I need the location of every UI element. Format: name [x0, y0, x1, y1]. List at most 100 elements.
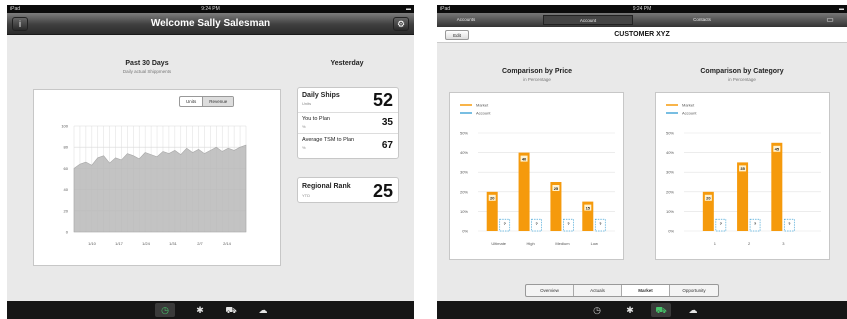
status-bar: iPad 9:24 PM ▬	[7, 5, 414, 13]
y-tick-label: 40%	[666, 150, 674, 155]
tab-account[interactable]: Account	[543, 15, 633, 25]
tab-accounts[interactable]: Accounts	[441, 15, 491, 25]
status-bar: iPad 9:24 PM ▬	[437, 5, 847, 13]
divider	[298, 133, 398, 134]
y-tick-label: 30%	[666, 170, 674, 175]
x-tick-label: Low	[591, 241, 598, 246]
ship-icon[interactable]: ⛟	[651, 303, 671, 317]
y-tick-label: 0%	[668, 229, 674, 234]
legend-market-label: Market	[682, 103, 695, 108]
divider	[298, 112, 398, 113]
shipments-area-chart: 0 20 40 60 80 100 1/10 1/17 1/24 1/31 2/7 2/14	[61, 124, 247, 246]
legend-market-label: Market	[476, 103, 489, 108]
plan-unit: %	[302, 124, 306, 129]
y-tick-label: 100	[61, 124, 68, 129]
gear-icon[interactable]: ⚙	[393, 17, 409, 31]
yesterday-title: Yesterday	[330, 60, 364, 67]
x-tick-label: 2/7	[197, 241, 203, 246]
x-tick-label: 2	[748, 241, 751, 246]
daily-ships-label: Daily Ships	[302, 92, 340, 99]
tsm-unit: %	[302, 145, 306, 150]
market-segment[interactable]: Market	[622, 285, 670, 296]
gauge-icon[interactable]: ◷	[587, 303, 607, 317]
plan-value: 35	[381, 117, 393, 128]
y-tick-label: 50%	[666, 131, 674, 136]
y-tick-label: 20%	[460, 189, 468, 194]
battery-icon: ▬	[406, 6, 411, 12]
y-tick-label: 40%	[460, 150, 468, 155]
yesterday-kpi-card: Daily Ships Units 52 You to Plan % 35 Av…	[297, 87, 399, 159]
y-tick-label: 0%	[462, 229, 468, 234]
cloud-icon[interactable]: ☁	[683, 303, 703, 317]
category-chart-panel: Market Account 0% 10% 20% 30% 40% 50% 20? 1 35? 2 45…	[655, 92, 830, 260]
market-bar-label: 20	[490, 196, 495, 201]
tsm-label: Average TSM to Plan	[302, 137, 355, 143]
plan-label: You to Plan	[302, 116, 330, 122]
cloud-icon[interactable]: ☁	[253, 303, 273, 317]
dashboard-screen: iPad 9:24 PM ▬ i Welcome Sally Salesman …	[7, 5, 414, 319]
x-tick-label: 1	[714, 241, 717, 246]
price-chart-panel: Market Account 0% 10% 20% 30% 40% 50% 20? Ultimat…	[449, 92, 624, 260]
y-tick-label: 30%	[460, 170, 468, 175]
market-bar	[737, 162, 749, 231]
x-tick-label: 1/31	[169, 241, 178, 246]
x-tick-label: 2/14	[223, 241, 232, 246]
gauge-icon[interactable]: ◷	[155, 303, 175, 317]
market-bar-label: 20	[706, 196, 711, 201]
page-title: Welcome Sally Salesman	[150, 18, 271, 29]
price-chart-title: Comparison by Price	[501, 68, 573, 75]
ship-icon[interactable]: ⛟	[221, 303, 241, 317]
nav-bar: i Welcome Sally Salesman ⚙	[7, 13, 414, 35]
market-bar-label: 15	[586, 205, 591, 210]
actuals-segment[interactable]: Actuals	[574, 285, 622, 296]
x-tick-label: 1/17	[115, 241, 124, 246]
shipments-area-series	[73, 144, 247, 233]
y-tick-label: 80	[64, 145, 69, 150]
x-tick-label: 1/10	[88, 241, 97, 246]
regional-rank-unit: YTD	[302, 193, 310, 198]
x-tick-label: High	[526, 241, 534, 246]
market-bar-label: 45	[775, 147, 780, 152]
market-bar-label: 25	[554, 186, 559, 191]
market-bar	[518, 152, 530, 231]
screen-icon[interactable]: ▭	[821, 15, 839, 25]
account-view-toggle: Overview Actuals Market Opportunity	[525, 284, 719, 297]
regional-rank-label: Regional Rank	[302, 183, 351, 190]
daily-ships-unit: Units	[302, 101, 312, 106]
clock-label: 9:24 PM	[201, 6, 220, 12]
customer-name: CUSTOMER XYZ	[614, 31, 670, 38]
market-bar-label: 35	[740, 166, 745, 171]
account-screen: iPad 9:24 PM ▬ Accounts Account Contacts…	[437, 5, 847, 319]
daily-ships-value: 52	[372, 90, 393, 110]
category-chart-title: Comparison by Category	[700, 68, 784, 75]
account-header: Edit CUSTOMER XYZ	[437, 27, 847, 43]
y-tick-label: 10%	[460, 209, 468, 214]
y-tick-label: 10%	[666, 209, 674, 214]
x-tick-label: 1/24	[142, 241, 151, 246]
puzzle-icon[interactable]: ✱	[620, 303, 640, 317]
market-bar	[771, 142, 783, 231]
x-tick-label: 3	[782, 241, 785, 246]
tab-contacts[interactable]: Contacts	[647, 15, 757, 25]
opportunity-segment[interactable]: Opportunity	[670, 285, 718, 296]
clock-label: 9:24 PM	[632, 6, 652, 12]
overview-segment[interactable]: Overview	[526, 285, 574, 296]
top-tab-bar: Accounts Account Contacts ▭	[437, 13, 847, 27]
regional-rank-card: Regional Rank YTD 25	[297, 177, 399, 203]
tab-bar: ◷ ✱ ⛟ ☁	[437, 301, 847, 319]
battery-icon: ▬	[839, 6, 844, 12]
y-tick-label: 20%	[666, 189, 674, 194]
shipments-chart-panel: Units Revenue 0 20 40 60 80 100 1/10 1/17 1/24 1/…	[33, 89, 281, 266]
tab-bar: ◷ ✱ ⛟ ☁	[7, 301, 414, 319]
y-tick-label: 60	[64, 166, 69, 171]
chart-subtitle: Daily actual Shippments	[122, 69, 172, 74]
market-bar-label: 40	[522, 156, 527, 161]
price-bar-chart: MarketAccount0%10%20%30%40%50%20?Ultimat…	[460, 103, 615, 246]
y-tick-label: 0	[66, 230, 69, 235]
x-tick-label: Ultimate	[491, 241, 506, 246]
tsm-value: 67	[381, 140, 393, 151]
legend-account-label: Account	[682, 111, 697, 116]
category-chart-subtitle: in Percentage	[728, 77, 756, 82]
y-tick-label: 50%	[460, 131, 468, 136]
puzzle-icon[interactable]: ✱	[190, 303, 210, 317]
